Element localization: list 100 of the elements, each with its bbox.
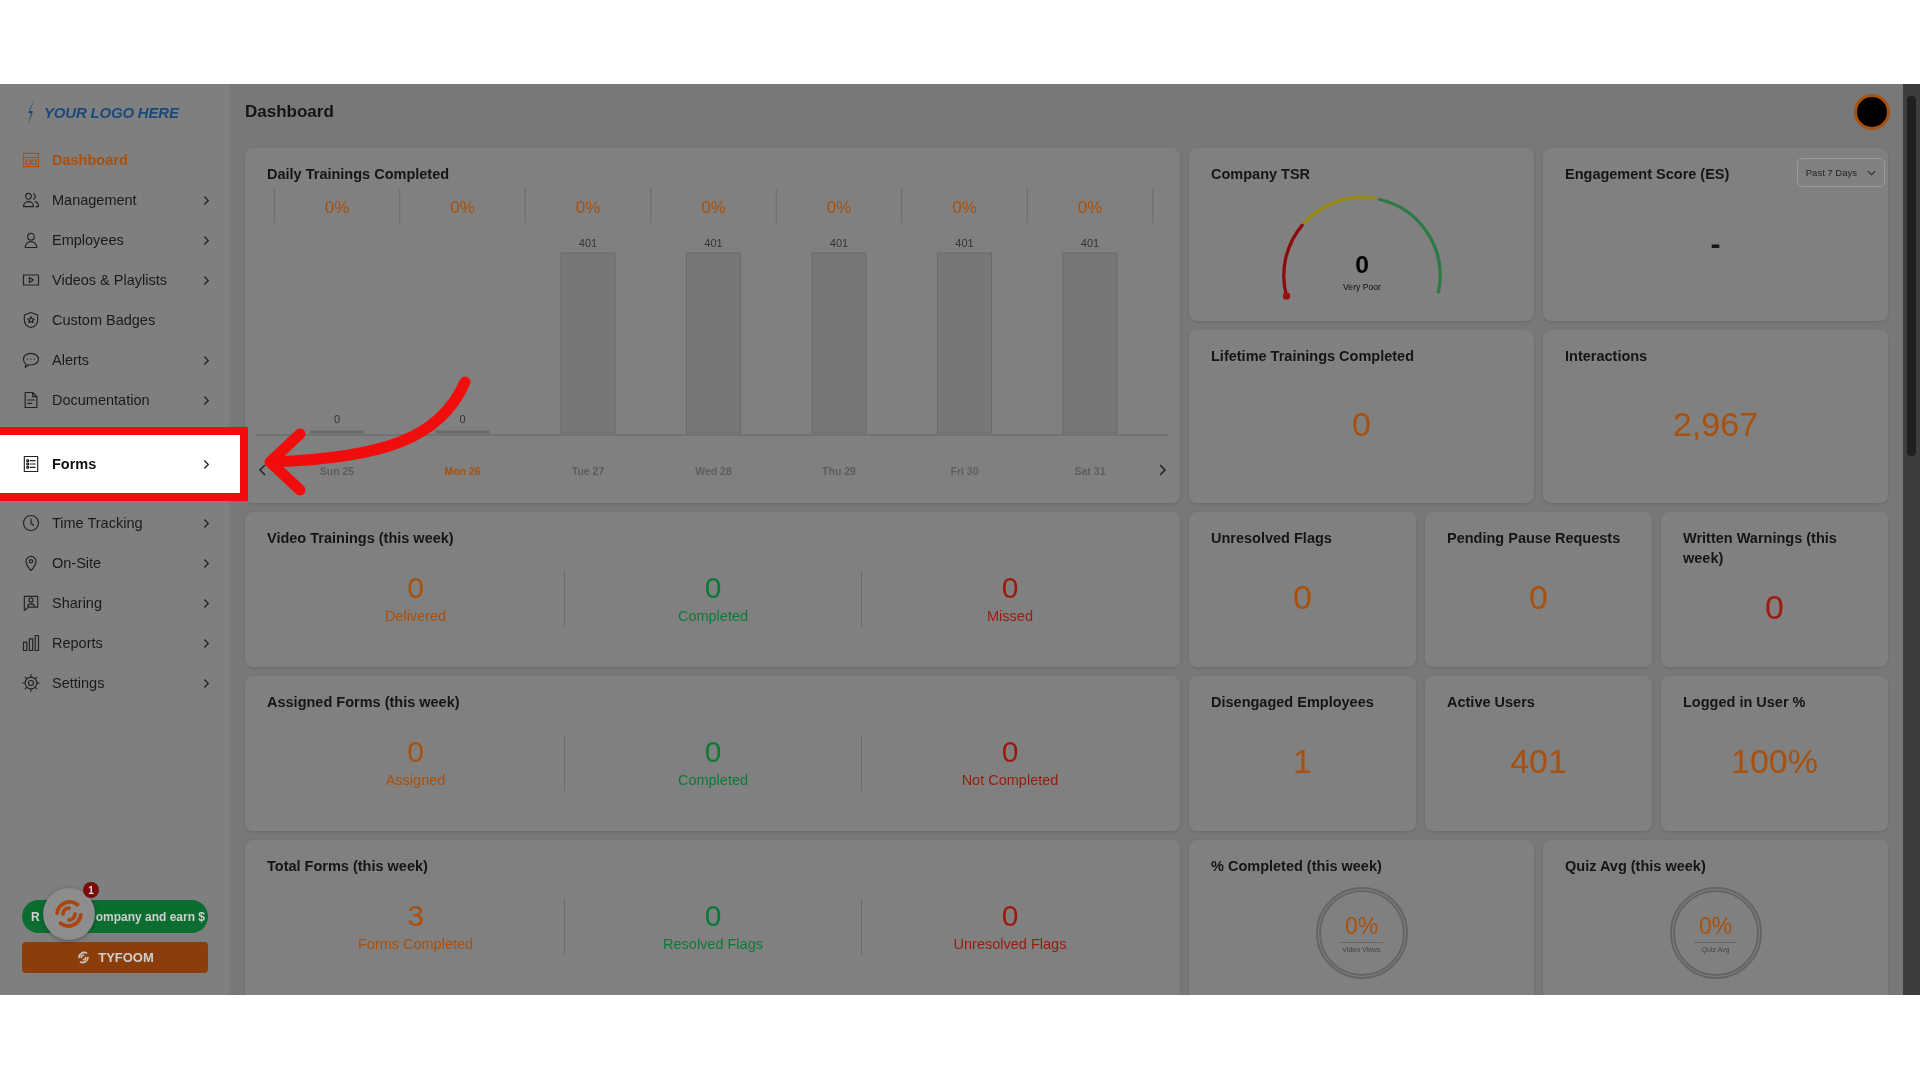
stat-label: Not Completed (961, 772, 1059, 789)
stat-label: Resolved Flags (663, 936, 763, 953)
chevron-right-icon[interactable] (1159, 464, 1167, 476)
chevron-icon (203, 458, 210, 470)
layout-icon (21, 150, 41, 170)
card-title: Interactions (1565, 347, 1649, 366)
nav-item[interactable]: Alerts (0, 340, 230, 380)
card-title: Quiz Avg (this week) (1565, 857, 1707, 876)
stat-label: Completed (677, 772, 749, 789)
chevron-icon (203, 517, 210, 529)
page-title: Dashboard (245, 101, 334, 122)
metric-value: - (1709, 226, 1722, 263)
users-icon (21, 190, 41, 210)
stat-value: 0 (1001, 737, 1019, 768)
card-title: Unresolved Flags (1211, 529, 1333, 548)
card-title: Written Warnings (this week) (1683, 529, 1838, 568)
card-title: Engagement Score (ES) (1565, 165, 1731, 184)
nav-item[interactable]: Sharing (0, 583, 230, 623)
stat-label: Forms Completed (357, 936, 474, 953)
chevron-icon (203, 354, 210, 366)
nav-item[interactable]: Custom Badges (0, 300, 230, 340)
nav-item[interactable]: Time Tracking (0, 503, 230, 543)
metric-value: 0 (1351, 403, 1372, 445)
chevron-icon (203, 234, 210, 246)
swirl-icon (76, 950, 92, 965)
metric-value: 2,967 (1671, 403, 1760, 445)
stat-label: Delivered (384, 608, 447, 625)
stat-label: Completed (677, 608, 749, 625)
percent-label: 0% (1077, 198, 1103, 217)
percent-label: 0% (575, 198, 601, 217)
stat-label: Assigned (385, 772, 446, 789)
stat-value: 0 (407, 737, 424, 768)
card-title: Disengaged Employees (1211, 693, 1375, 712)
stat-value: 3 (407, 901, 424, 932)
metric-value: 0 (1764, 586, 1785, 628)
stat-label: Missed (987, 608, 1033, 625)
bar-value: 401 (955, 237, 974, 249)
stat-label: Unresolved Flags (953, 936, 1067, 953)
chevron-down-icon (1867, 169, 1876, 176)
contact-icon (21, 593, 41, 613)
chat-icon (21, 350, 41, 370)
notification-badge: 1 (83, 882, 99, 898)
card-title: Assigned Forms (this week) (267, 693, 461, 712)
card-title: Daily Trainings Completed (266, 165, 451, 183)
metric-value: 1 (1292, 740, 1313, 782)
chevron-icon (203, 637, 210, 649)
nav-item[interactable]: On-Site (0, 543, 230, 583)
percent-label: 0% (324, 198, 350, 217)
shield-star-icon (21, 310, 41, 330)
chevron-icon (203, 194, 210, 206)
card-title: Company TSR (1211, 165, 1312, 184)
card-title: Active Users (1447, 693, 1536, 712)
percent-label: 0% (450, 198, 475, 217)
metric-value: 100% (1730, 740, 1819, 782)
stat-value: 0 (407, 573, 424, 604)
stat-value: 0 (704, 737, 722, 768)
tsr-score: 0 (1354, 250, 1369, 278)
avatar[interactable] (1854, 93, 1890, 130)
chevron-icon (203, 677, 210, 689)
nav-item[interactable]: Management (0, 180, 230, 220)
card-title: Pending Pause Requests (1447, 529, 1622, 548)
chevron-left-icon[interactable] (258, 464, 266, 476)
nav-item[interactable]: Forms (0, 435, 240, 493)
bar-value: 401 (829, 237, 849, 249)
percent-label: 0% (701, 198, 726, 217)
nav-item[interactable]: Employees (0, 220, 230, 260)
chevron-icon (203, 274, 210, 286)
logo-text: YOUR LOGO HERE (44, 103, 179, 121)
bar-value: 401 (704, 237, 723, 249)
percent-label: 0% (952, 198, 977, 217)
swirl-icon (52, 897, 86, 931)
bar-value: 0 (459, 413, 466, 425)
percent-label: 0% (826, 198, 852, 217)
stat-value: 0 (704, 901, 722, 932)
promo-text: ompany and earn $ (95, 909, 206, 924)
list-icon (21, 454, 41, 474)
metric-value: 0 (1292, 576, 1313, 618)
brand-button[interactable]: TYFOOM (22, 942, 208, 973)
nav-item[interactable]: Videos & Playlists (0, 260, 230, 300)
bar-value: 0 (333, 413, 341, 425)
card-title: Lifetime Trainings Completed (1211, 347, 1416, 366)
stat-value: 0 (1001, 901, 1019, 932)
nav-item[interactable]: Reports (0, 623, 230, 663)
settings-icon (21, 673, 41, 693)
period-dropdown[interactable]: Past 7 Days (1796, 158, 1885, 187)
card-title: % Completed (this week) (1211, 857, 1383, 876)
stat-value: 0 (704, 573, 722, 604)
chat-widget[interactable] (43, 888, 95, 940)
metric-value: 0 (1528, 576, 1549, 618)
chevron-icon (203, 557, 210, 569)
nav-item[interactable]: Settings (0, 663, 230, 703)
chevron-icon (203, 597, 210, 609)
ring-value: 0% (1339, 912, 1384, 943)
bar-value: 401 (578, 237, 598, 249)
card-title: Total Forms (this week) (267, 857, 429, 876)
clock-icon (21, 513, 41, 533)
promo-text: R (31, 909, 40, 924)
bar-value: 401 (1080, 237, 1100, 249)
nav-item[interactable]: Documentation (0, 380, 230, 420)
scrollbar[interactable] (1903, 84, 1920, 995)
